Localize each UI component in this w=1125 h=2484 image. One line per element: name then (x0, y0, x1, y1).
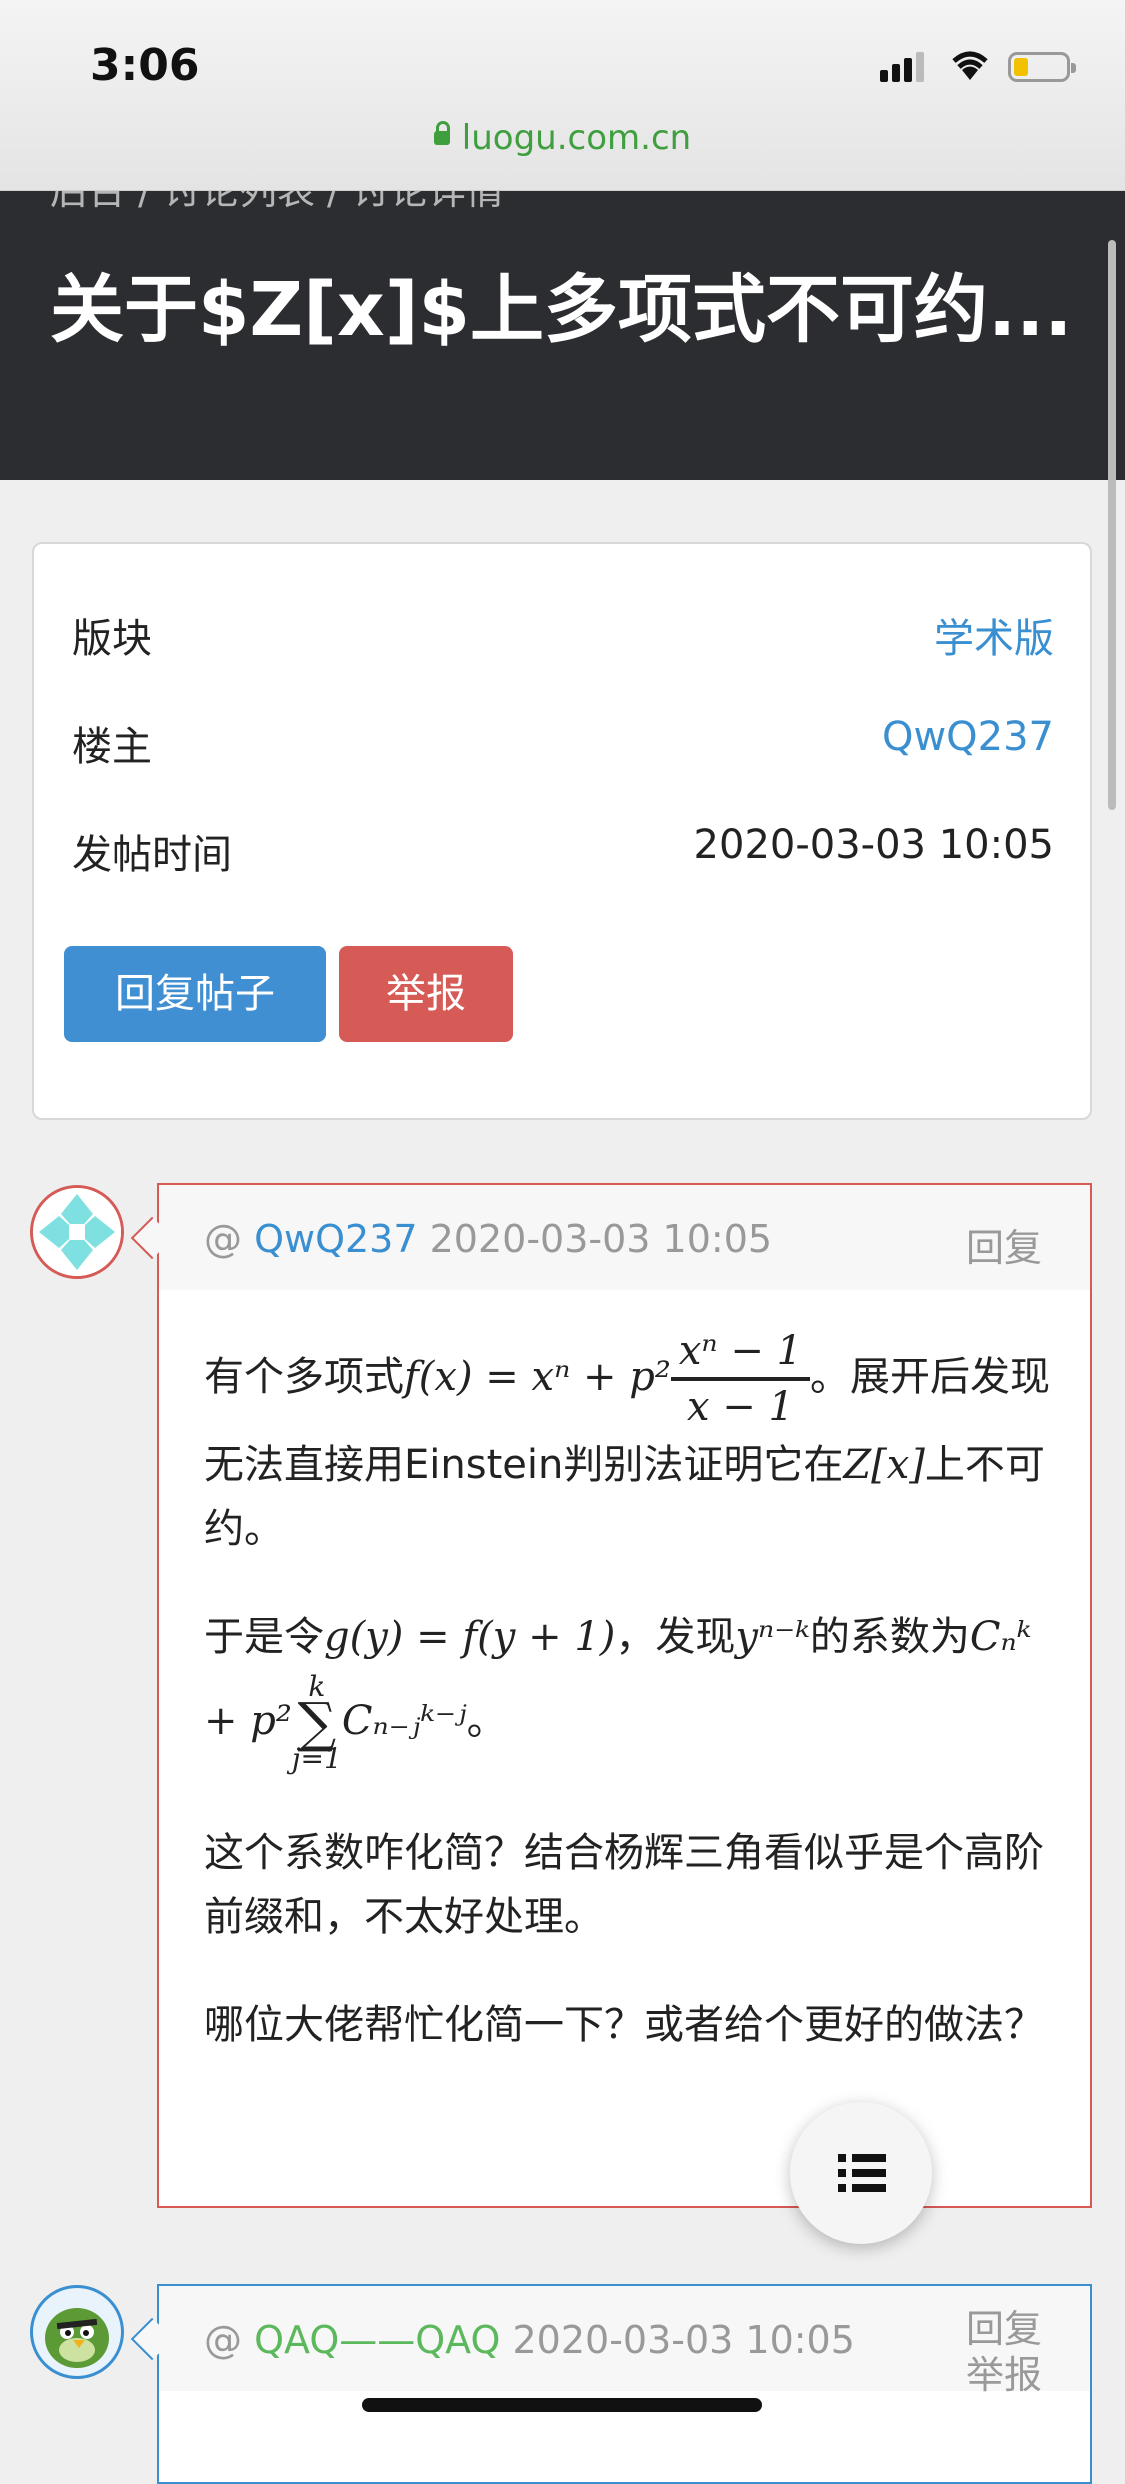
text: 。 (466, 1698, 507, 1744)
post-time: 2020-03-03 10:05 (512, 2318, 855, 2362)
post-actions: 回复 举报 (966, 2306, 1042, 2398)
avatar[interactable] (30, 2285, 124, 2379)
board-link[interactable]: 学术版 (934, 606, 1054, 664)
math-fraction: xⁿ − 1x − 1 (670, 1325, 811, 1433)
text: 的系数为 (809, 1614, 970, 1660)
at-symbol: @ (204, 1217, 242, 1261)
summation: k ∑ j=1 (292, 1669, 342, 1777)
post-card: @ QwQ237 2020-03-03 10:05 回复 有个多项式f(x) =… (130, 1183, 1092, 2208)
wifi-icon (952, 51, 988, 80)
paragraph: 哪位大佬帮忙化简一下？或者给个更好的做法？ (204, 2002, 1044, 2048)
list-icon (838, 2154, 886, 2192)
math-formula: f(x) = xⁿ + p² (404, 1354, 671, 1400)
avatar[interactable] (30, 1185, 124, 1279)
paragraph: 于是令g(y) = f(y + 1)，发现yⁿ⁻ᵏ的系数为Cₙᵏ + p² k ∑ j… (204, 1605, 1054, 1777)
lock-icon (433, 120, 450, 145)
post-meta: @ QwQ237 2020-03-03 10:05 (204, 1217, 772, 1261)
fraction-denominator: x − 1 (686, 1384, 794, 1430)
post-report-link[interactable]: 举报 (966, 2352, 1042, 2398)
math-formula: Z[x] (843, 1442, 925, 1488)
breadcrumb[interactable]: 后台 / 讨论列表 / 讨论详情 (50, 190, 504, 215)
bird-avatar-icon (45, 2308, 109, 2368)
fraction-numerator: xⁿ − 1 (670, 1325, 811, 1381)
address-bar[interactable]: luogu.com.cn (0, 118, 1125, 158)
report-button[interactable]: 举报 (339, 946, 513, 1042)
post-reply-link[interactable]: 回复 (966, 1217, 1042, 1272)
cellular-signal-icon (880, 52, 928, 82)
sum-lower-limit: j=1 (291, 1742, 342, 1775)
identicon-icon (33, 1188, 121, 1276)
home-indicator[interactable] (362, 2398, 762, 2412)
post-content: 有个多项式f(x) = xⁿ + p² xⁿ − 1x − 1 。展开后发现无法直接… (204, 1325, 1054, 2101)
battery-icon (1008, 52, 1076, 82)
scrollbar[interactable] (1108, 240, 1116, 810)
url-text: luogu.com.cn (461, 118, 692, 158)
owner-label: 楼主 (72, 724, 152, 770)
page-header: 后台 / 讨论列表 / 讨论详情 关于$Z[x]$上多项式不可约... (0, 190, 1125, 480)
paragraph: 有个多项式f(x) = xⁿ + p² xⁿ − 1x − 1 。展开后发现无法直接… (204, 1325, 1054, 1561)
post-time: 2020-03-03 10:05 (429, 1217, 773, 1261)
at-symbol: @ (204, 2318, 242, 2362)
post-header: @ QAQ——QAQ 2020-03-03 10:05 回复 举报 (159, 2286, 1090, 2397)
paragraph: 这个系数咋化简？结合杨辉三角看似乎是个高阶前缀和，不太好处理。 (204, 1830, 1044, 1940)
post-author-link[interactable]: QAQ——QAQ (254, 2318, 500, 2362)
text: 有个多项式 (204, 1354, 404, 1400)
status-time: 3:06 (90, 40, 200, 91)
owner-link[interactable]: QwQ237 (882, 714, 1054, 760)
post-author-link[interactable]: QwQ237 (254, 1217, 417, 1261)
text: 于是令 (204, 1614, 324, 1660)
post-card: @ QAQ——QAQ 2020-03-03 10:05 回复 举报 (130, 2284, 1092, 2484)
browser-top-bar: 3:06 luogu.com.cn (0, 0, 1125, 191)
board-label: 版块 (72, 616, 152, 662)
discussion-info-card: 版块 学术版 楼主 QwQ237 发帖时间 2020-03-03 10:05 回… (32, 542, 1092, 1120)
math-formula: Cₙ₋ⱼᵏ⁻ʲ (341, 1698, 467, 1744)
text: ，发现 (615, 1614, 736, 1660)
post-reply-link[interactable]: 回复 (966, 2306, 1042, 2352)
post-meta: @ QAQ——QAQ 2020-03-03 10:05 (204, 2318, 855, 2362)
post-time-value: 2020-03-03 10:05 (693, 822, 1054, 868)
reply-post-button[interactable]: 回复帖子 (64, 946, 326, 1042)
math-formula: g(y) = f(y + 1) (324, 1614, 616, 1660)
math-formula: yⁿ⁻ᵏ (735, 1614, 810, 1660)
sigma-icon: ∑ (297, 1691, 337, 1754)
post-time-label: 发帖时间 (72, 832, 232, 878)
toc-floating-button[interactable] (790, 2102, 932, 2244)
page-title: 关于$Z[x]$上多项式不可约... (50, 267, 1073, 353)
post-header: @ QwQ237 2020-03-03 10:05 回复 (159, 1185, 1090, 1290)
